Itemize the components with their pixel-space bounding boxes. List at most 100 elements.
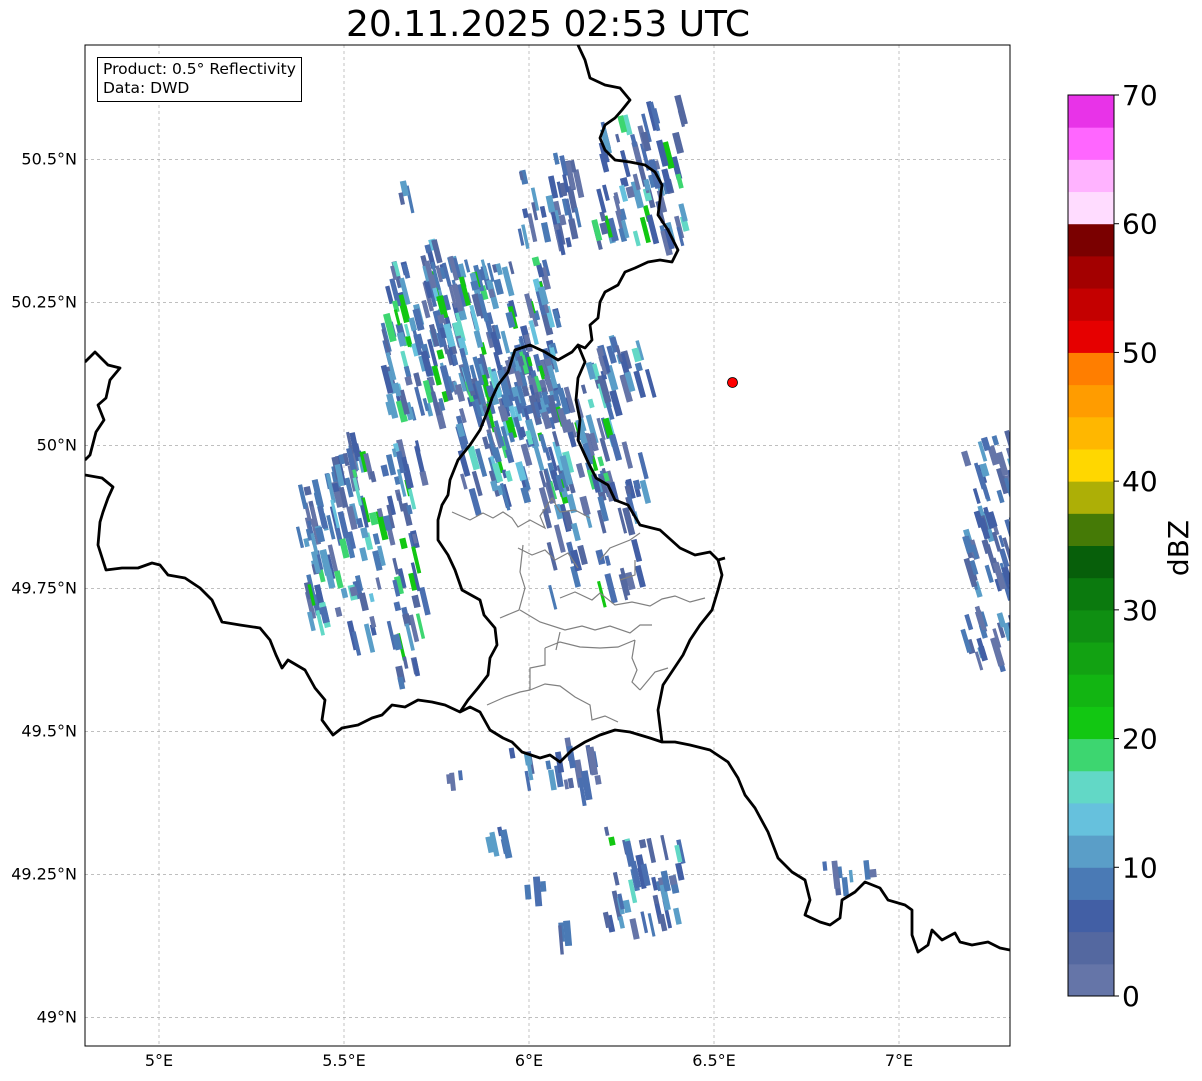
- echo-cell: [419, 470, 429, 486]
- echo-cell: [634, 362, 643, 372]
- lat-tick-label: 49.75°N: [11, 578, 77, 597]
- country-border-belgium-france: [85, 473, 1010, 954]
- echo-cell: [632, 479, 642, 491]
- echo-cell: [637, 452, 649, 480]
- echo-cell: [540, 222, 552, 243]
- echo-cell: [675, 173, 684, 189]
- echo-cell: [604, 555, 611, 567]
- echo-cell: [660, 834, 669, 861]
- echo-cell: [634, 564, 646, 588]
- echo-cell: [597, 456, 605, 467]
- echo-cell: [580, 384, 587, 394]
- colorbar-tick-label: 50: [1122, 336, 1158, 369]
- colorbar-segment: [1068, 674, 1114, 707]
- echo-cell: [647, 912, 656, 937]
- colorbar-segment: [1068, 545, 1114, 579]
- colorbar-segment: [1068, 159, 1114, 193]
- echo-cell: [563, 920, 573, 947]
- echo-cell: [413, 372, 422, 387]
- echo-cell: [631, 538, 643, 563]
- echo-cell: [964, 613, 974, 631]
- echo-cell: [545, 760, 552, 770]
- echo-cell: [375, 577, 382, 590]
- echo-cell: [630, 133, 638, 148]
- echo-cell: [567, 777, 575, 789]
- echo-cell: [612, 871, 620, 886]
- colorbar-segment: [1068, 95, 1114, 128]
- echo-cell: [591, 219, 603, 242]
- echo-cell: [500, 330, 511, 354]
- echo-cell: [673, 907, 682, 925]
- echo-cell: [532, 876, 543, 907]
- echo-cell: [311, 478, 325, 509]
- echo-cell: [672, 131, 685, 154]
- echo-cell: [399, 537, 408, 550]
- echo-cell: [675, 862, 685, 881]
- echo-cell: [446, 773, 453, 784]
- lat-tick-label: 50.5°N: [21, 149, 77, 168]
- colorbar-tick-label: 0: [1122, 980, 1140, 1013]
- echo-cell: [402, 656, 409, 669]
- echo-cell: [603, 826, 610, 836]
- colorbar-tick-label: 20: [1122, 723, 1158, 756]
- echo-cell: [629, 918, 640, 940]
- lat-tick-label: 49.5°N: [21, 721, 77, 740]
- echo-cell: [609, 433, 623, 462]
- echo-cell: [1004, 429, 1010, 459]
- lat-tick-label: 49°N: [37, 1007, 77, 1026]
- echo-cell: [632, 230, 641, 247]
- echo-cell: [553, 524, 566, 553]
- echo-cell: [295, 526, 305, 549]
- echo-cell: [522, 208, 529, 219]
- colorbar-segment: [1068, 738, 1114, 772]
- boundaries: [85, 45, 1010, 954]
- colorbar-segment: [1068, 320, 1114, 353]
- echo-cell: [458, 770, 463, 781]
- echo-cell: [539, 205, 547, 218]
- echo-cell: [340, 587, 349, 599]
- colorbar-segment: [1068, 352, 1114, 386]
- colorbar-segment: [1068, 481, 1114, 514]
- colorbar-label: dBZ: [1162, 520, 1195, 576]
- colorbar-segment: [1068, 255, 1114, 289]
- echo-cell: [358, 592, 369, 612]
- map-plot: 5°E 5.5°E 6°E 6.5°E 7°E 49°N 49.25°N 49.5°N 49.7…: [11, 44, 1195, 1070]
- echo-cell: [822, 861, 828, 871]
- echo-cell: [546, 541, 558, 571]
- lon-tick-label: 6.5°E: [692, 1051, 736, 1070]
- colorbar-segment: [1068, 867, 1114, 900]
- lon-tick-label: 5°E: [145, 1051, 173, 1070]
- echo-cell: [595, 549, 606, 566]
- colorbar-segment: [1068, 448, 1114, 482]
- precipitation-echoes: [295, 94, 1010, 955]
- echo-cell: [575, 462, 586, 479]
- echo-cell: [411, 594, 421, 609]
- colorbar-segment: [1068, 577, 1114, 611]
- colorbar-segment: [1068, 513, 1114, 546]
- echo-cell: [473, 330, 484, 349]
- echo-cell: [303, 485, 312, 496]
- colorbar-segment: [1068, 416, 1114, 450]
- echo-cell: [869, 868, 877, 878]
- colorbar-segment: [1068, 223, 1114, 257]
- echo-cell: [436, 349, 445, 360]
- colorbar-segment: [1068, 127, 1114, 160]
- colorbar-segment: [1068, 899, 1114, 933]
- colorbar-segment: [1068, 835, 1114, 868]
- echo-cell: [508, 261, 515, 275]
- echo-cell: [587, 398, 595, 409]
- country-border-west: [85, 350, 122, 461]
- lat-tick-label: 49.25°N: [11, 864, 77, 883]
- lat-tick-label: 50.25°N: [11, 292, 77, 311]
- colorbar-segment: [1068, 288, 1114, 321]
- echo-cell: [639, 479, 652, 504]
- echo-cell: [359, 547, 368, 562]
- lat-tick-label: 50°N: [37, 435, 77, 454]
- echo-cell: [613, 195, 622, 216]
- colorbar-tick-label: 10: [1122, 851, 1158, 884]
- echo-cell: [508, 747, 516, 759]
- echo-cell: [615, 133, 621, 143]
- echo-cell: [608, 836, 616, 846]
- echo-cell: [540, 881, 547, 892]
- colorbar-segment: [1068, 191, 1114, 225]
